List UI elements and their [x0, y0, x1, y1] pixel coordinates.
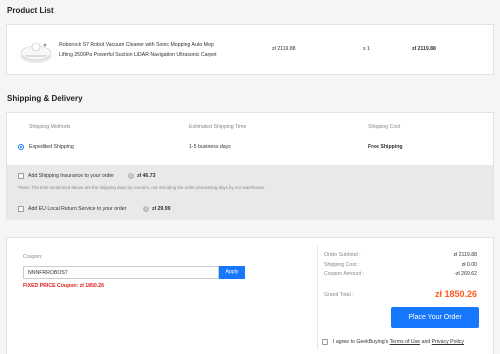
shipping-note: *Note: The time mentioned above are the … — [18, 185, 266, 190]
shipping-cost-header: Shipping Cost — [368, 124, 401, 130]
product-name-line1[interactable]: Roborock S7 Robot Vacuum Cleaner with So… — [59, 42, 214, 48]
shipping-cost-label: Shipping Cost : — [324, 262, 360, 268]
shipping-cost-value: zł 0.00 — [461, 262, 477, 268]
terms-link[interactable]: Terms of Use — [390, 339, 421, 345]
subtotal-label: Order Subtotal : — [324, 252, 361, 258]
agree-checkbox[interactable] — [322, 339, 328, 345]
coupon-input[interactable]: NNNFRROBOS7 — [23, 266, 219, 279]
insurance-checkbox[interactable] — [18, 173, 24, 179]
grand-total-label: Grand Total : — [324, 292, 354, 298]
shipping-title: Shipping & Delivery — [7, 94, 83, 103]
product-name-line2[interactable]: Lifting 2500Pa Powerful Suction LiDAR Na… — [59, 52, 216, 58]
return-service-checkbox[interactable] — [18, 206, 24, 212]
agree-prefix: I agree to GeekBuying's — [333, 339, 389, 345]
place-order-label: Place Your Order — [408, 314, 462, 321]
coupon-amount-label: Coupon Amount : — [324, 271, 365, 277]
shipping-option-time: 1-5 business days — [189, 144, 231, 150]
checkout-card: Coupon: NNNFRROBOS7 Apply FIXED PRICE Co… — [6, 237, 494, 354]
coupon-apply-button[interactable]: Apply — [219, 266, 245, 279]
insurance-price: zł 46.73 — [137, 173, 156, 179]
privacy-link[interactable]: Privacy Policy — [432, 339, 464, 345]
return-info-icon[interactable]: i — [143, 206, 149, 212]
shipping-card: Shipping Methods Estimated Shipping Time… — [6, 112, 494, 220]
insurance-info-icon[interactable]: i — [128, 173, 134, 179]
product-price: zł 2119.88 — [272, 46, 296, 52]
place-order-button[interactable]: Place Your Order — [391, 307, 479, 328]
coupon-input-value: NNNFRROBOS7 — [28, 270, 68, 276]
shipping-options-gray: Add Shipping Insurance to your order i z… — [7, 165, 493, 220]
subtotal-value: zł 2119.88 — [453, 252, 477, 258]
agree-text: I agree to GeekBuying's Terms of Use and… — [333, 339, 464, 345]
product-list-title: Product List — [7, 6, 54, 15]
and-text: and — [421, 339, 431, 345]
product-image[interactable] — [20, 31, 54, 69]
summary-divider — [317, 246, 318, 350]
product-total: zł 2119.88 — [412, 46, 436, 52]
shipping-radio[interactable] — [18, 144, 24, 150]
coupon-amount-value: -zł 269.62 — [454, 271, 477, 277]
shipping-option-cost: Free Shipping — [368, 144, 403, 150]
shipping-method-header: Shipping Methods — [29, 124, 71, 130]
shipping-option-method[interactable]: Expedited Shipping — [29, 144, 74, 150]
product-card: Roborock S7 Robot Vacuum Cleaner with So… — [6, 24, 494, 75]
return-service-label[interactable]: Add EU Local Return Service to your orde… — [28, 206, 126, 212]
insurance-label[interactable]: Add Shipping Insurance to your order — [28, 173, 114, 179]
apply-label: Apply — [225, 269, 239, 275]
coupon-label: Coupon: — [23, 254, 43, 260]
product-qty: x 1 — [363, 46, 370, 52]
coupon-message: FIXED PRICE Coupon: zł 1850.26 — [23, 283, 104, 289]
return-service-price: zł 29.99 — [152, 206, 171, 212]
shipping-time-header: Estimated Shipping Time — [189, 124, 247, 130]
grand-total-value: zł 1850.26 — [434, 289, 477, 299]
